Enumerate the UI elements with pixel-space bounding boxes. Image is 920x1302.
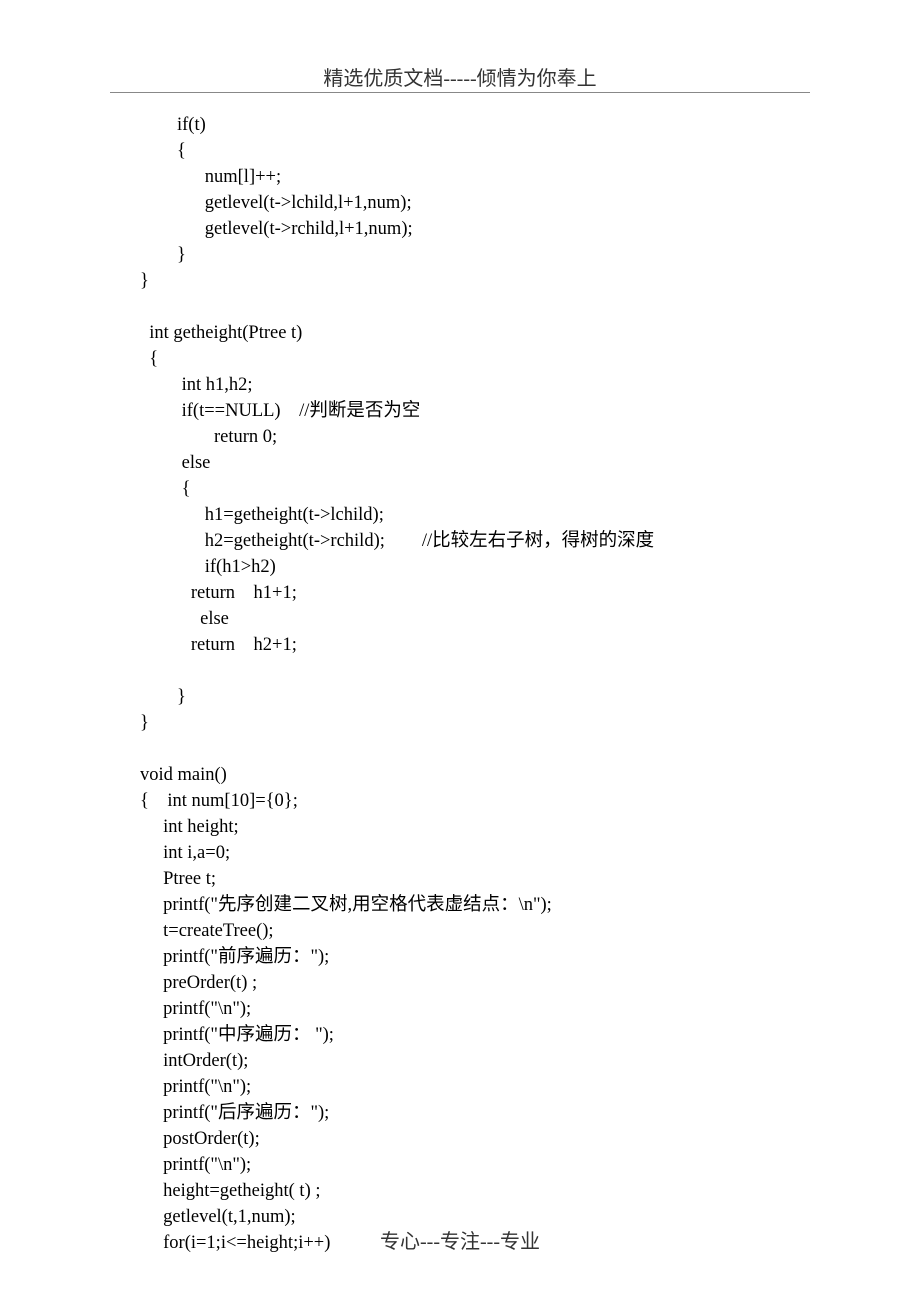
code-content: if(t) { num[l]++; getlevel(t->lchild,l+1… <box>140 112 840 1256</box>
footer-text: 专心---专注---专业 <box>380 1231 540 1253</box>
header-text: 精选优质文档-----倾情为你奉上 <box>323 68 596 90</box>
page-header: 精选优质文档-----倾情为你奉上 <box>0 62 920 91</box>
page-footer: 专心---专注---专业 <box>0 1225 920 1254</box>
header-underline <box>110 92 810 93</box>
